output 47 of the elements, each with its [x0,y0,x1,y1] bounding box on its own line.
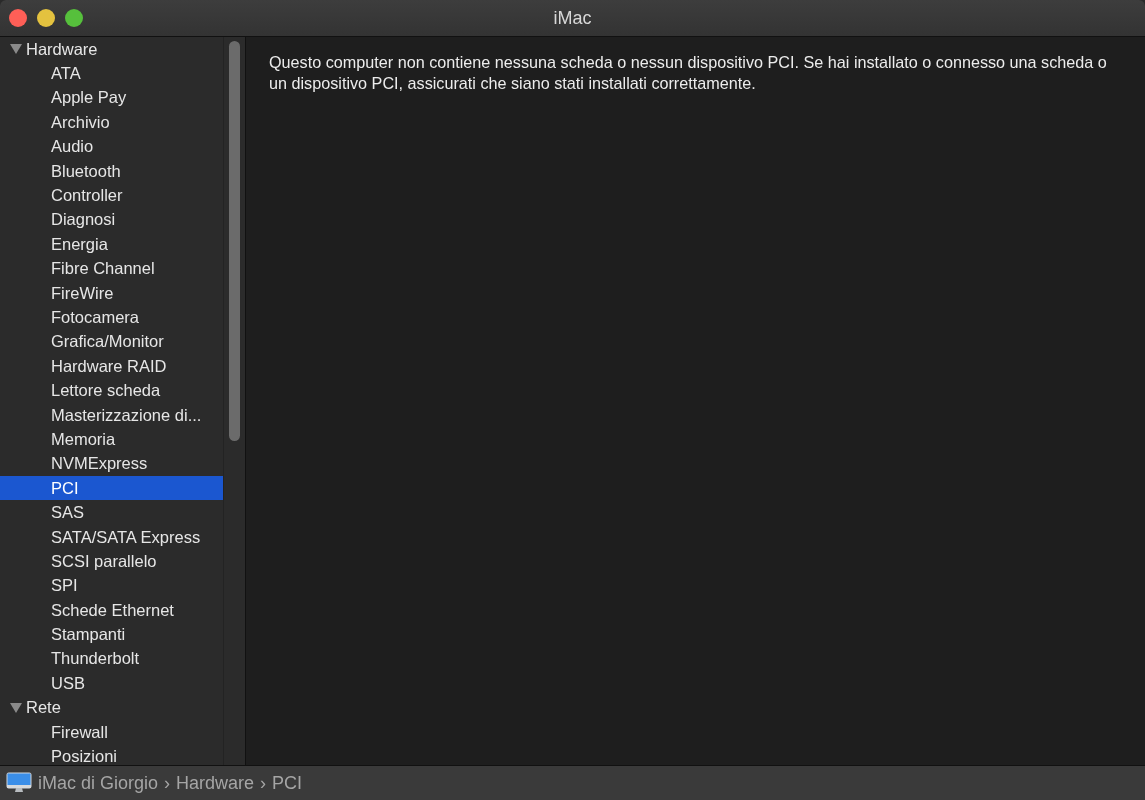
sidebar-item[interactable]: SCSI parallelo [0,549,223,574]
sidebar-item[interactable]: Diagnosi [0,207,223,233]
sidebar-item[interactable]: USB [0,671,223,696]
group-label: Hardware [26,39,98,59]
sidebar-item[interactable]: Memoria [0,427,223,452]
sidebar-item[interactable]: ATA [0,61,223,86]
disclosure-triangle-icon[interactable] [9,43,23,56]
sidebar-item[interactable]: FireWire [0,280,223,306]
sidebar-item[interactable]: Fotocamera [0,305,223,330]
sidebar-item[interactable]: SPI [0,573,223,598]
path-item[interactable]: Hardware [176,772,255,794]
path-separator: › [164,772,171,794]
message-text: Questo computer non contiene nessuna scheda o nessun dispositivo PCI. Se hai installato o connesso una scheda o un dispositivo PCI, assicurati che siano stati installati correttamente. [269,52,1108,93]
sidebar-item[interactable]: PCI [0,476,223,501]
sidebar-group[interactable]: Rete [0,695,223,720]
sidebar-item[interactable]: Energia [0,232,223,257]
sidebar-item[interactable]: Stampanti [0,622,223,647]
sidebar-item[interactable]: Audio [0,134,223,159]
group-label: Rete [26,698,61,718]
sidebar-item[interactable]: Grafica/Monitor [0,329,223,355]
scroll-bar[interactable] [223,37,246,765]
path-item[interactable]: iMac di Giorgio [38,772,159,794]
sidebar-item[interactable]: Lettore scheda [0,378,223,403]
sidebar-item[interactable]: Thunderbolt [0,646,223,672]
sidebar-item[interactable]: SATA/SATA Express [0,524,223,550]
sidebar-item[interactable]: Firewall [0,719,223,745]
window-title: iMac [553,7,592,28]
sidebar-item[interactable]: Hardware RAID [0,354,223,379]
sidebar-item[interactable]: Schede Ethernet [0,598,223,623]
sidebar-item[interactable]: Controller [0,183,223,208]
sidebar-item[interactable]: NVMExpress [0,451,223,477]
disclosure-triangle-icon[interactable] [9,701,23,714]
sidebar-item[interactable]: Posizioni [0,744,223,765]
sidebar-group[interactable]: Hardware [0,37,223,62]
sidebar-item[interactable]: Bluetooth [0,158,223,184]
path-item[interactable]: PCI [272,772,303,794]
scroll-thumb[interactable] [229,41,240,441]
path-separator: › [260,772,267,794]
sidebar-item[interactable]: SAS [0,500,223,525]
imac-icon [6,772,32,794]
minimize-button[interactable] [37,9,55,27]
close-button[interactable] [9,9,27,27]
sidebar-item[interactable]: Masterizzazione di... [0,402,223,428]
zoom-button[interactable] [65,9,83,27]
sidebar-item[interactable]: Apple Pay [0,85,223,111]
sidebar-item[interactable]: Archivio [0,110,223,135]
sidebar-item[interactable]: Fibre Channel [0,256,223,281]
